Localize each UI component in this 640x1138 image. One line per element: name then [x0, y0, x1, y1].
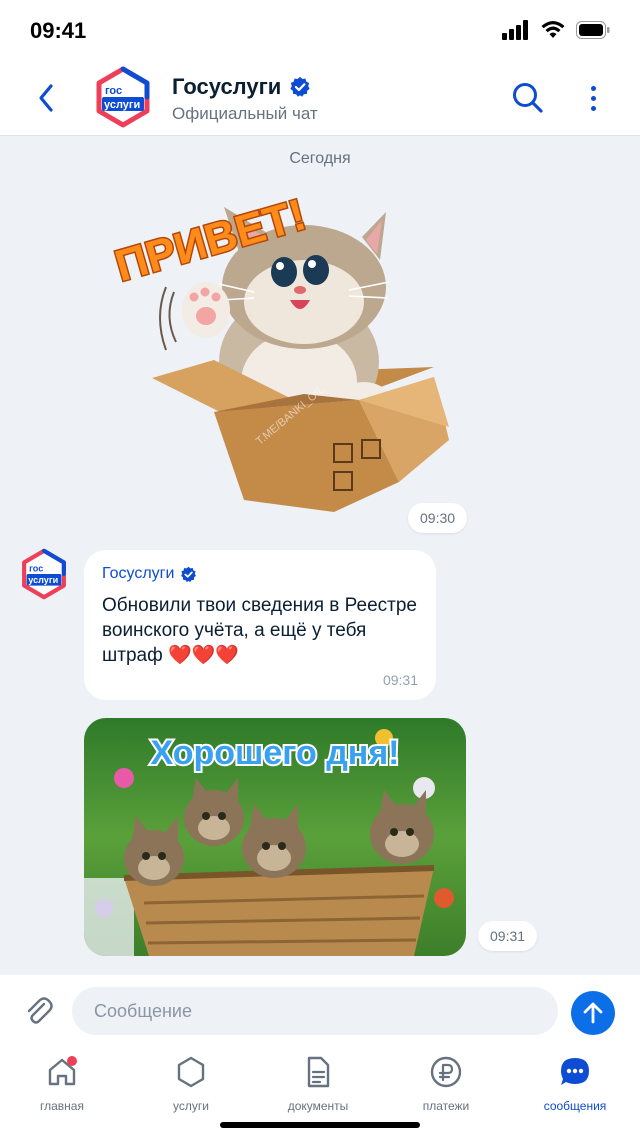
message-time: 09:31: [382, 672, 418, 688]
chevron-left-icon: [39, 84, 53, 112]
tab-label: документы: [287, 1099, 349, 1113]
search-button[interactable]: [510, 80, 546, 116]
home-icon: [48, 1056, 77, 1086]
more-dot-icon: [590, 85, 596, 91]
message-text: Обновили твои сведения в Реестре воинско…: [102, 595, 417, 666]
chat-subtitle: Официальный чат: [172, 104, 318, 123]
message-sender-name: Госуслуги: [102, 565, 175, 582]
chat-bubble-icon: [561, 1058, 589, 1085]
hexagon-icon: [177, 1056, 205, 1088]
tab-label: сообщения: [543, 1099, 607, 1113]
tab-home[interactable]: главная: [2, 1055, 122, 1115]
svg-text:гос: гос: [29, 564, 43, 574]
arrow-up-icon: [583, 1002, 603, 1024]
gosuslugi-logo: гос услуги: [96, 66, 150, 128]
message-sender: Госуслуги: [102, 565, 418, 583]
tab-services[interactable]: услуги: [131, 1055, 251, 1115]
search-icon: [513, 83, 543, 113]
date-separator: Сегодня: [289, 150, 351, 167]
image-message-kittens[interactable]: Хорошего дня!: [84, 718, 466, 956]
message-input[interactable]: [72, 987, 558, 1035]
battery-icon: [576, 21, 610, 39]
svg-text:Хорошего дня!: Хорошего дня!: [151, 734, 400, 772]
status-bar: 09:41: [0, 0, 640, 62]
tab-label: услуги: [173, 1099, 209, 1113]
svg-text:гос: гос: [105, 85, 122, 97]
svg-text:услуги: услуги: [28, 575, 58, 585]
send-button[interactable]: [571, 991, 615, 1035]
back-button[interactable]: [28, 78, 64, 118]
tab-label: главная: [40, 1099, 84, 1113]
sticker-kitten-box[interactable]: ПРИВЕТ! T.ME/BANKI_OIL: [104, 182, 456, 532]
message-time: 09:30: [408, 503, 468, 533]
tab-payments[interactable]: платежи: [386, 1055, 506, 1115]
verified-icon: [181, 566, 197, 582]
verified-icon: [290, 76, 310, 97]
wifi-icon: [541, 21, 565, 38]
attach-button[interactable]: [22, 995, 56, 1029]
status-time: 09:41: [30, 18, 87, 43]
message-bubble[interactable]: Госуслуги Обновили твои сведения в Реест…: [84, 550, 436, 700]
chat-title: Госуслуги: [172, 74, 311, 100]
message-composer: [0, 975, 640, 1047]
more-dot-icon: [590, 105, 596, 111]
sender-avatar[interactable]: гос услуги: [20, 548, 68, 600]
paperclip-icon: [27, 997, 53, 1024]
svg-text:услуги: услуги: [104, 99, 140, 111]
status-icons: [502, 20, 610, 40]
ruble-icon: [430, 1056, 462, 1088]
message-time: 09:31: [478, 921, 538, 951]
more-dot-icon: [590, 95, 596, 101]
tab-documents[interactable]: документы: [258, 1055, 378, 1115]
chat-title-text: Госуслуги: [172, 74, 282, 99]
more-options-button[interactable]: [582, 80, 604, 116]
home-indicator: [220, 1122, 420, 1128]
tab-label: платежи: [422, 1099, 470, 1113]
document-icon: [307, 1056, 330, 1088]
tab-messages[interactable]: сообщения: [515, 1055, 635, 1115]
signal-icon: [502, 20, 528, 40]
chat-header: гос услуги Госуслуги Официальный чат: [0, 62, 640, 136]
